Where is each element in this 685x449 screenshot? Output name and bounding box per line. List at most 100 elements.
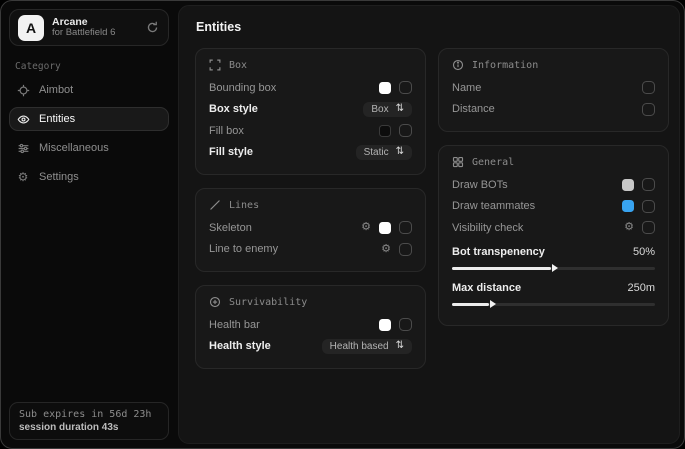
updown-arrows-icon: ⇅ xyxy=(396,341,404,351)
skeleton-settings-gear-icon[interactable]: ⚙ xyxy=(361,222,371,233)
card-columns: Box Bounding box Box style Box ⇅ xyxy=(195,48,669,369)
reload-icon[interactable] xyxy=(144,20,160,36)
skeleton-row: Skeleton ⚙ xyxy=(209,217,412,239)
bot-transparency-slider-fill[interactable] xyxy=(452,267,551,270)
general-card-title: General xyxy=(472,157,514,168)
name-checkbox[interactable] xyxy=(642,81,655,94)
health-bar-color-swatch[interactable] xyxy=(379,319,391,331)
health-bar-checkbox[interactable] xyxy=(399,318,412,331)
avatar: A xyxy=(18,15,44,41)
draw-teammates-row: Draw teammates xyxy=(452,196,655,218)
eye-icon xyxy=(16,112,30,126)
bounding-box-checkbox[interactable] xyxy=(399,81,412,94)
box-card: Box Bounding box Box style Box ⇅ xyxy=(195,48,426,175)
line-icon xyxy=(209,199,221,211)
information-card-header: Information xyxy=(452,59,655,71)
box-card-header: Box xyxy=(209,59,412,71)
app-window: A Arcane for Battlefield 6 Category Aimb… xyxy=(0,0,685,449)
max-distance-group: Max distance 250m xyxy=(452,278,655,306)
information-card-title: Information xyxy=(472,60,538,71)
sidebar: A Arcane for Battlefield 6 Category Aimb… xyxy=(1,1,177,448)
survivability-card-header: Survivability xyxy=(209,296,412,308)
fill-box-label: Fill box xyxy=(209,125,244,137)
visibility-check-settings-gear-icon[interactable]: ⚙ xyxy=(624,222,634,233)
max-distance-row: Max distance 250m xyxy=(452,278,655,298)
fill-box-color-swatch[interactable] xyxy=(379,125,391,137)
lines-card-title: Lines xyxy=(229,200,259,211)
info-icon xyxy=(452,59,464,71)
sidebar-item-label: Entities xyxy=(39,113,75,125)
skeleton-checkbox[interactable] xyxy=(399,221,412,234)
skeleton-label: Skeleton xyxy=(209,222,252,234)
box-corners-icon xyxy=(209,59,221,71)
app-header: A Arcane for Battlefield 6 xyxy=(9,9,169,46)
subscription-info: Sub expires in 56d 23h session duration … xyxy=(9,402,169,440)
name-label: Name xyxy=(452,82,481,94)
box-style-dropdown[interactable]: Box ⇅ xyxy=(363,102,412,117)
sidebar-item-label: Aimbot xyxy=(39,84,73,96)
fill-style-label: Fill style xyxy=(209,146,253,158)
sidebar-item-aimbot[interactable]: Aimbot xyxy=(9,78,169,102)
health-bar-label: Health bar xyxy=(209,319,260,331)
bot-transparency-value: 50% xyxy=(633,246,655,258)
right-column: Information Name Distance xyxy=(438,48,669,369)
sub-expiry-text: Sub expires in 56d 23h xyxy=(19,409,159,420)
box-style-row: Box style Box ⇅ xyxy=(209,99,412,121)
general-card-header: General xyxy=(452,156,655,168)
box-style-label: Box style xyxy=(209,103,258,115)
sidebar-item-label: Miscellaneous xyxy=(39,142,109,154)
sidebar-item-label: Settings xyxy=(39,171,79,183)
max-distance-label: Max distance xyxy=(452,282,521,294)
draw-bots-color-swatch[interactable] xyxy=(622,179,634,191)
name-row: Name xyxy=(452,77,655,99)
draw-bots-checkbox[interactable] xyxy=(642,178,655,191)
updown-arrows-icon: ⇅ xyxy=(396,147,404,157)
bot-transparency-group: Bot transpenency 50% xyxy=(452,242,655,270)
sidebar-item-entities[interactable]: Entities xyxy=(9,107,169,131)
line-to-enemy-settings-gear-icon[interactable]: ⚙ xyxy=(381,244,391,255)
sidebar-item-miscellaneous[interactable]: Miscellaneous xyxy=(9,136,169,160)
draw-bots-label: Draw BOTs xyxy=(452,179,508,191)
gear-icon: ⚙ xyxy=(16,170,30,184)
distance-row: Distance xyxy=(452,99,655,121)
lines-card: Lines Skeleton ⚙ Line to enemy ⚙ xyxy=(195,188,426,272)
draw-bots-row: Draw BOTs xyxy=(452,174,655,196)
fill-style-dropdown[interactable]: Static ⇅ xyxy=(356,145,412,160)
health-style-label: Health style xyxy=(209,340,271,352)
line-to-enemy-checkbox[interactable] xyxy=(399,243,412,256)
grid-icon xyxy=(452,156,464,168)
general-card: General Draw BOTs Draw teammates xyxy=(438,145,669,326)
distance-label: Distance xyxy=(452,103,495,115)
lines-card-header: Lines xyxy=(209,199,412,211)
sidebar-nav: Aimbot Entities xyxy=(9,78,169,189)
updown-arrows-icon: ⇅ xyxy=(396,104,404,114)
health-style-value: Health based xyxy=(330,341,389,352)
fill-box-checkbox[interactable] xyxy=(399,124,412,137)
survivability-card-title: Survivability xyxy=(229,297,307,308)
line-to-enemy-label: Line to enemy xyxy=(209,243,278,255)
health-bar-row: Health bar xyxy=(209,314,412,336)
distance-checkbox[interactable] xyxy=(642,103,655,116)
draw-teammates-checkbox[interactable] xyxy=(642,200,655,213)
visibility-check-row: Visibility check ⚙ xyxy=(452,217,655,239)
sidebar-item-settings[interactable]: ⚙ Settings xyxy=(9,165,169,189)
crosshair-icon xyxy=(16,83,30,97)
skeleton-color-swatch[interactable] xyxy=(379,222,391,234)
visibility-check-checkbox[interactable] xyxy=(642,221,655,234)
fill-style-value: Static xyxy=(364,147,389,158)
page-title: Entities xyxy=(196,20,669,34)
bot-transparency-slider[interactable] xyxy=(452,267,655,270)
sliders-icon xyxy=(16,141,30,155)
draw-teammates-label: Draw teammates xyxy=(452,200,535,212)
draw-teammates-color-swatch[interactable] xyxy=(622,200,634,212)
session-duration-text: session duration 43s xyxy=(19,422,159,433)
bot-transparency-label: Bot transpenency xyxy=(452,246,545,258)
bounding-box-color-swatch[interactable] xyxy=(379,82,391,94)
max-distance-slider-fill[interactable] xyxy=(452,303,489,306)
box-card-title: Box xyxy=(229,60,247,71)
max-distance-slider[interactable] xyxy=(452,303,655,306)
fill-box-row: Fill box xyxy=(209,120,412,142)
app-subtitle: for Battlefield 6 xyxy=(52,28,136,39)
health-style-dropdown[interactable]: Health based ⇅ xyxy=(322,339,412,354)
health-style-row: Health style Health based ⇅ xyxy=(209,336,412,358)
